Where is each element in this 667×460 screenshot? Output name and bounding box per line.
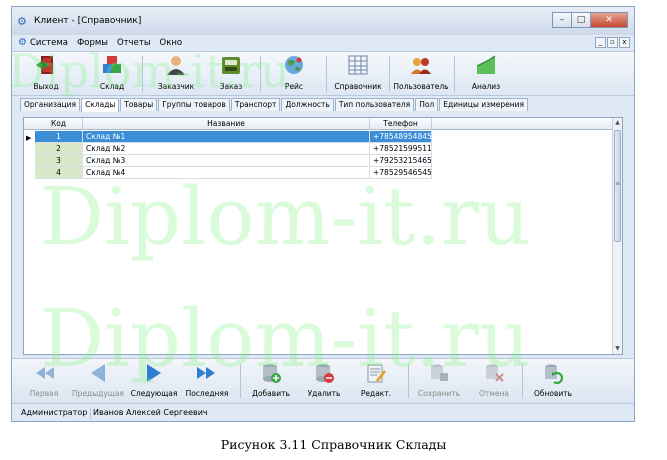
customer-person-icon xyxy=(167,56,185,75)
maximize-button[interactable]: □ xyxy=(571,12,591,28)
order-button[interactable]: Заказ xyxy=(212,54,250,94)
exit-button[interactable]: Выход xyxy=(26,54,66,94)
menu-item-forms[interactable]: Формы xyxy=(77,38,108,48)
status-bar: Администратор Иванов Алексей Сергеевич xyxy=(12,403,634,421)
cell-name[interactable]: Склад №2 xyxy=(83,143,370,155)
cell-code[interactable]: 2 xyxy=(35,143,83,155)
record-navigator: Первая Предыдущая Следующая Последняя До… xyxy=(12,358,634,403)
refresh-icon xyxy=(545,364,564,384)
save-record-icon xyxy=(431,364,448,381)
route-button[interactable]: Рейс xyxy=(274,54,314,94)
next-record-button[interactable]: Следующая xyxy=(129,362,179,402)
cancel-record-icon xyxy=(486,364,504,382)
scroll-grip-icon: ≡ xyxy=(615,180,621,187)
tab-gender[interactable]: Пол xyxy=(415,98,439,111)
gear-icon[interactable]: ⚙ xyxy=(18,37,27,48)
mdi-minimize-button[interactable]: _ xyxy=(595,37,606,48)
cancel-record-button[interactable]: Отмена xyxy=(472,362,516,402)
tab-position[interactable]: Должность xyxy=(281,98,334,111)
menu-item-system[interactable]: Система xyxy=(30,38,68,48)
cell-name[interactable]: Склад №4 xyxy=(83,167,370,179)
last-record-icon xyxy=(197,367,215,379)
tab-units[interactable]: Единицы измерения xyxy=(439,98,529,111)
tab-goods[interactable]: Товары xyxy=(120,98,158,111)
scroll-up-icon[interactable]: ▲ xyxy=(613,118,622,128)
cell-phone[interactable]: +78521599511 xyxy=(370,143,432,155)
prev-record-icon xyxy=(91,364,105,382)
add-record-icon xyxy=(263,364,281,383)
tab-goods-groups[interactable]: Группы товаров xyxy=(158,98,230,111)
title-bar[interactable]: ⚙ Клиент - [Справочник] – □ ✕ xyxy=(12,7,634,35)
edit-record-icon xyxy=(367,364,386,383)
warehouse-boxes-icon xyxy=(103,56,121,73)
column-header-code[interactable]: Код xyxy=(35,118,83,130)
menu-item-reports[interactable]: Отчеты xyxy=(117,38,151,48)
exit-door-icon xyxy=(36,56,53,74)
status-user: Иванов Алексей Сергеевич xyxy=(93,408,208,417)
status-role: Администратор xyxy=(18,407,92,419)
cell-phone[interactable]: +78529546545 xyxy=(370,167,432,179)
edit-record-button[interactable]: Редакт. xyxy=(354,362,398,402)
last-record-button[interactable]: Последняя xyxy=(182,362,232,402)
save-record-button[interactable]: Сохранить xyxy=(414,362,464,402)
data-grid[interactable]: Код Название Телефон ▶ 1 Склад №1 +78548… xyxy=(23,117,623,355)
table-row[interactable]: 4 Склад №4 +78529546545 xyxy=(24,167,612,179)
menu-item-window[interactable]: Окно xyxy=(160,38,183,48)
column-header-phone[interactable]: Телефон xyxy=(370,118,432,130)
users-group-icon xyxy=(411,58,431,74)
tab-organization[interactable]: Организация xyxy=(20,98,81,111)
add-record-button[interactable]: Добавить xyxy=(246,362,296,402)
cell-name[interactable]: Склад №1 xyxy=(83,131,370,143)
next-record-icon xyxy=(147,364,161,382)
delete-record-button[interactable]: Удалить xyxy=(302,362,346,402)
reference-button[interactable]: Справочник xyxy=(332,54,384,94)
figure-caption: Рисунок 3.11 Справочник Склады xyxy=(220,437,447,452)
analysis-button[interactable]: Анализ xyxy=(466,54,506,94)
tab-warehouses[interactable]: Склады xyxy=(81,98,120,112)
reference-tabs: Организация Склады Товары Группы товаров… xyxy=(20,98,529,112)
vertical-scrollbar[interactable]: ▲ ≡ ▼ xyxy=(612,118,622,354)
analysis-chart-icon xyxy=(476,55,496,74)
column-header-name[interactable]: Название xyxy=(83,118,370,130)
previous-record-button[interactable]: Предыдущая xyxy=(70,362,126,402)
table-row[interactable]: 3 Склад №3 +79253215465 xyxy=(24,155,612,167)
window-controls: – □ ✕ xyxy=(552,12,628,29)
tab-user-type[interactable]: Тип пользователя xyxy=(334,98,415,111)
customer-button[interactable]: Заказчик xyxy=(152,54,200,94)
minimize-button[interactable]: – xyxy=(552,12,572,28)
main-toolbar: Выход Склад Заказчик Заказ Рейс Справочн… xyxy=(12,52,634,96)
warehouse-button[interactable]: Склад xyxy=(92,54,132,94)
globe-route-icon xyxy=(285,56,303,74)
window-title: Клиент - [Справочник] xyxy=(34,16,142,26)
mdi-controls: _ ▫ x xyxy=(594,37,630,48)
scroll-down-icon[interactable]: ▼ xyxy=(613,344,622,354)
cell-code[interactable]: 1 xyxy=(35,131,83,143)
cell-code[interactable]: 4 xyxy=(35,167,83,179)
cell-name[interactable]: Склад №3 xyxy=(83,155,370,167)
close-button[interactable]: ✕ xyxy=(590,12,628,28)
first-record-button[interactable]: Первая xyxy=(22,362,66,402)
order-cash-register-icon xyxy=(222,57,240,74)
first-record-icon xyxy=(36,367,54,379)
user-button[interactable]: Пользователь xyxy=(393,54,449,94)
cell-code[interactable]: 3 xyxy=(35,155,83,167)
delete-record-icon xyxy=(316,364,334,383)
menu-bar: ⚙ Система Формы Отчеты Окно _ ▫ x xyxy=(12,35,634,52)
cell-phone[interactable]: +78548954845 xyxy=(370,131,432,143)
gear-icon: ⚙ xyxy=(17,15,27,28)
table-row[interactable]: ▶ 1 Склад №1 +78548954845 xyxy=(24,131,612,143)
reference-table-icon xyxy=(348,55,368,75)
table-row[interactable]: 2 Склад №2 +78521599511 xyxy=(24,143,612,155)
tab-transport[interactable]: Транспорт xyxy=(230,98,281,111)
cell-phone[interactable]: +79253215465 xyxy=(370,155,432,167)
app-window: ⚙ Клиент - [Справочник] – □ ✕ ⚙ Система … xyxy=(11,6,635,422)
mdi-close-button[interactable]: x xyxy=(619,37,630,48)
refresh-button[interactable]: Обновить xyxy=(528,362,578,402)
mdi-restore-button[interactable]: ▫ xyxy=(607,37,618,48)
grid-header: Код Название Телефон xyxy=(24,118,612,130)
